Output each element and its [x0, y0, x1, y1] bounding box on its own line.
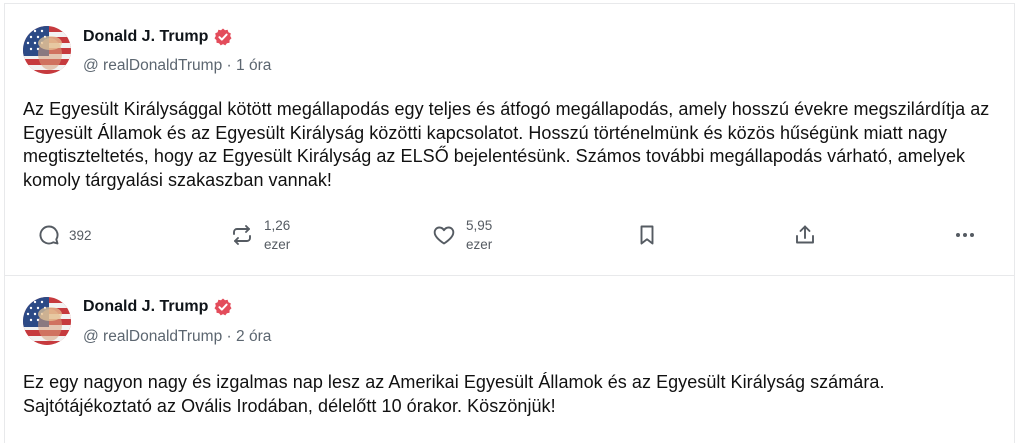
repost-icon [230, 223, 254, 247]
more-button[interactable] [953, 209, 977, 261]
post[interactable]: Donald J. Trump @ realDonaldTrump · 2 ór… [5, 276, 1014, 446]
like-button[interactable]: 5,95 ezer [432, 209, 492, 261]
like-value: 5,95 [466, 218, 493, 233]
post-text: Ez egy nagyon nagy és izgalmas nap lesz … [23, 372, 885, 416]
like-count: 5,95 ezer [466, 216, 492, 254]
feed: Donald J. Trump @ realDonaldTrump · 1 ór… [4, 3, 1015, 443]
verified-badge-icon [214, 28, 232, 46]
post-meta: @ realDonaldTrump · 1 óra [83, 57, 271, 75]
share-button[interactable] [793, 209, 817, 261]
post-meta: @ realDonaldTrump · 2 óra [83, 328, 271, 346]
reply-count: 392 [69, 227, 92, 243]
reply-icon [37, 223, 61, 247]
avatar[interactable] [23, 297, 71, 345]
post-text: Az Egyesült Királysággal kötött megállap… [23, 99, 990, 190]
avatar[interactable] [23, 26, 71, 74]
bookmark-button[interactable] [635, 209, 659, 261]
repost-value: 1,26 [264, 218, 291, 233]
author-label: Donald J. Trump [83, 28, 209, 45]
handle[interactable]: @ realDonaldTrump [83, 328, 222, 345]
repost-count: 1,26 ezer [264, 216, 290, 254]
bookmark-icon [635, 223, 659, 247]
more-icon [953, 223, 977, 247]
like-unit: ezer [466, 237, 493, 252]
author-name[interactable]: Donald J. Trump [83, 298, 232, 316]
timestamp[interactable]: 1 óra [236, 57, 271, 74]
timestamp[interactable]: 2 óra [236, 328, 271, 345]
repost-unit: ezer [264, 237, 291, 252]
handle[interactable]: @ realDonaldTrump [83, 57, 222, 74]
repost-button[interactable]: 1,26 ezer [230, 209, 290, 261]
action-bar: 392 1,26 ezer 5,95 ezer [5, 209, 1014, 261]
share-icon [793, 223, 817, 247]
meta-separator: · [226, 57, 232, 74]
post[interactable]: Donald J. Trump @ realDonaldTrump · 1 ór… [5, 4, 1014, 276]
reply-button[interactable]: 392 [37, 209, 92, 261]
author-label: Donald J. Trump [83, 298, 209, 315]
heart-icon [432, 223, 456, 247]
verified-badge-icon [214, 298, 232, 316]
meta-separator: · [226, 328, 232, 345]
author-name[interactable]: Donald J. Trump [83, 28, 232, 46]
